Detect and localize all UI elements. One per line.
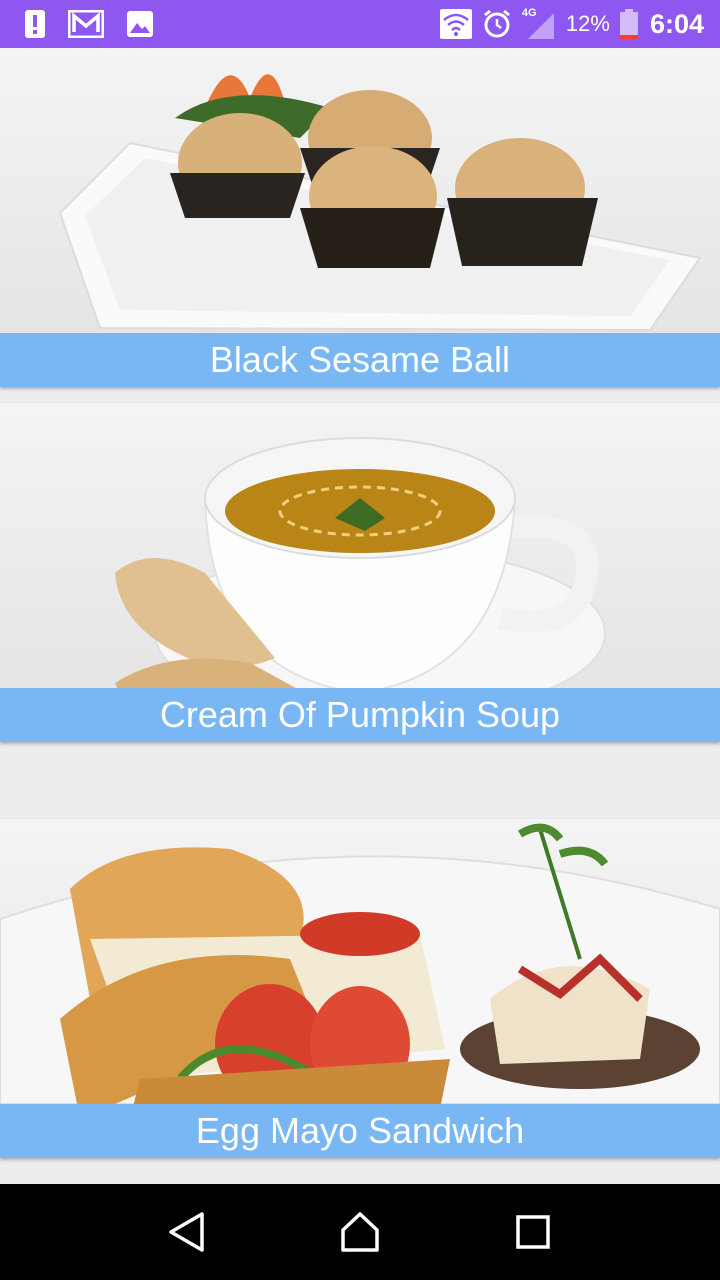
alarm-icon — [482, 9, 512, 39]
back-button[interactable] — [147, 1192, 227, 1272]
home-icon — [341, 1212, 379, 1252]
dish-photo — [0, 403, 720, 688]
dish-card[interactable]: Black Sesame Ball — [0, 48, 720, 387]
gmail-icon — [68, 10, 104, 38]
network-label: 4G — [521, 7, 537, 19]
status-bar: 4G 12% 6:04 — [0, 0, 720, 48]
clock: 6:04 — [649, 8, 704, 39]
dish-card[interactable]: Egg Mayo Sandwich — [0, 819, 720, 1158]
image-icon — [126, 10, 154, 38]
wifi-icon — [439, 9, 472, 39]
dish-title: Cream Of Pumpkin Soup — [0, 688, 720, 742]
recents-icon — [516, 1215, 551, 1249]
battery-percent: 12% — [565, 11, 610, 36]
dish-photo — [0, 819, 720, 1104]
dish-photo — [0, 48, 720, 333]
home-button[interactable] — [320, 1192, 400, 1272]
dish-title: Black Sesame Ball — [0, 333, 720, 387]
navigation-bar — [0, 1184, 720, 1280]
dish-card[interactable]: Cream Of Pumpkin Soup — [0, 403, 720, 742]
battery-icon — [619, 9, 638, 39]
back-icon — [168, 1212, 204, 1252]
alert-icon — [24, 9, 46, 39]
dish-feed[interactable]: Black Sesame Ball Cream Of Pumpkin Soup — [0, 48, 720, 1184]
signal-4g-icon: 4G — [521, 7, 556, 39]
dish-title: Egg Mayo Sandwich — [0, 1104, 720, 1158]
recents-button[interactable] — [493, 1192, 573, 1272]
